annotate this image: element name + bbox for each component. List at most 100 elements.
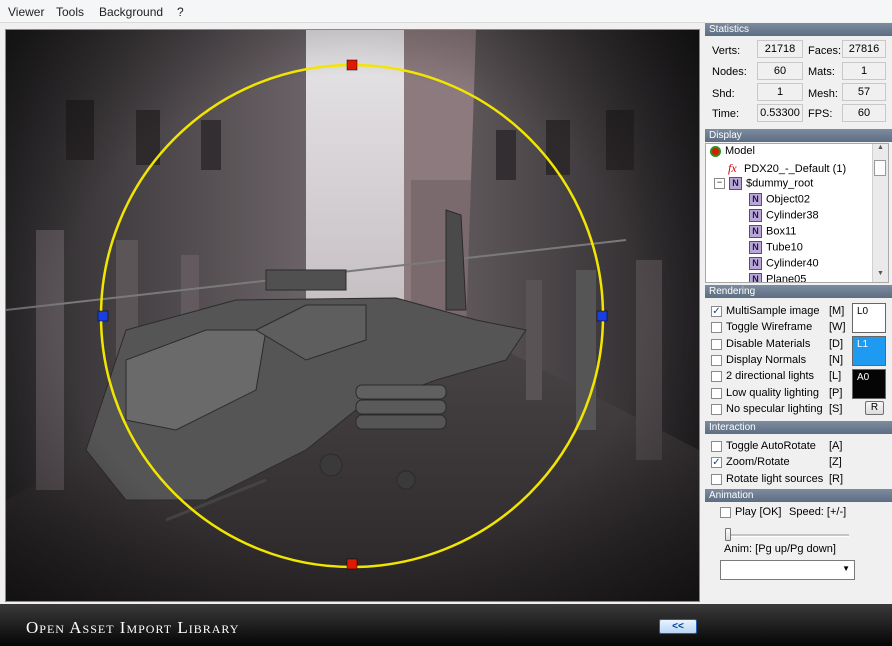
collapse-icon[interactable]: −	[714, 178, 725, 189]
statistics-header: Statistics	[705, 23, 892, 36]
stat-value-nodes: 60	[757, 62, 803, 80]
render-option-checkbox[interactable]	[711, 387, 722, 399]
tree-item-object02[interactable]: N Object02	[749, 193, 810, 206]
render-option-label: MultiSample image	[726, 305, 820, 317]
speed-slider[interactable]	[725, 528, 849, 542]
swatch-label: L0	[857, 306, 869, 317]
tree-item-box11[interactable]: N Box11	[749, 225, 796, 238]
render-option-shortcut: [D]	[829, 337, 844, 350]
app-title: Open Asset Import Library	[26, 618, 240, 637]
render-option-label: No specular lighting	[726, 402, 823, 415]
tree-item-label: Box11	[766, 225, 797, 238]
interaction-option-checkbox[interactable]	[711, 473, 722, 485]
interaction-header: Interaction	[705, 421, 892, 434]
render-option-label: Display Normals	[726, 353, 807, 366]
stat-label-faces: Faces:	[808, 45, 842, 57]
tree-item-label: Cylinder38	[766, 209, 819, 222]
tree-item-dummy-root[interactable]: − N $dummy_root	[714, 177, 813, 190]
stat-value-verts: 21718	[757, 40, 803, 58]
scroll-thumb[interactable]	[874, 160, 886, 176]
scroll-down-icon[interactable]: ▼	[873, 270, 888, 282]
tree-item-model[interactable]: Model	[710, 145, 755, 157]
footer-bar: Open Asset Import Library <<	[0, 604, 892, 646]
interaction-option-checkbox[interactable]: ✓	[711, 457, 722, 469]
render-option-shortcut: [L]	[829, 370, 842, 383]
node-icon: N	[749, 193, 762, 206]
tree-item-cylinder38[interactable]: N Cylinder38	[749, 209, 819, 222]
interaction-option-shortcut: [A]	[829, 440, 843, 452]
tree-item-cylinder40[interactable]: N Cylinder40	[749, 257, 819, 270]
collapse-panel-button[interactable]: <<	[659, 619, 697, 634]
tree-scrollbar[interactable]: ▲ ▼	[872, 144, 888, 282]
render-option-checkbox[interactable]	[711, 371, 722, 383]
stat-label-mesh: Mesh:	[808, 88, 838, 100]
rotate-handle-top	[346, 59, 358, 71]
render-option-shortcut: [P]	[829, 386, 843, 399]
rendering-header: Rendering	[705, 285, 892, 298]
render-option-checkbox[interactable]	[711, 354, 722, 366]
render-option-shortcut: [N]	[829, 353, 844, 366]
menu-help[interactable]: ?	[177, 5, 184, 19]
light1-swatch[interactable]: L1	[852, 336, 886, 366]
tree-item-plane05[interactable]: N Plane05	[749, 273, 807, 283]
menu-background[interactable]: Background	[99, 5, 163, 19]
swatch-label: A0	[857, 372, 870, 383]
animation-header: Animation	[705, 489, 892, 502]
node-icon: N	[729, 177, 742, 190]
tree-item-material[interactable]: fx PDX20_-_Default (1)	[728, 161, 846, 176]
anim-label: Anim: [Pg up/Pg down]	[724, 543, 836, 555]
menu-viewer[interactable]: Viewer	[8, 5, 44, 19]
render-option-checkbox[interactable]	[711, 403, 722, 415]
stat-label-fps: FPS:	[808, 108, 833, 120]
ambient-swatch[interactable]: A0	[852, 369, 886, 399]
stat-label-time: Time:	[712, 108, 740, 120]
scroll-up-icon[interactable]: ▲	[873, 144, 888, 156]
node-icon: N	[749, 209, 762, 222]
stat-value-faces: 27816	[842, 40, 886, 58]
model-icon	[710, 145, 721, 157]
node-icon: N	[749, 241, 762, 254]
render-option-label: Disable Materials	[726, 337, 811, 350]
tree-item-label: Object02	[766, 193, 811, 206]
animation-select[interactable]: ▼	[720, 560, 855, 580]
stat-value-mats: 1	[842, 62, 886, 80]
render-option-label: Toggle Wireframe	[726, 321, 813, 334]
tree-item-tube10[interactable]: N Tube10	[749, 241, 803, 254]
stat-value-fps: 60	[842, 104, 886, 122]
render-option-shortcut: [S]	[829, 402, 843, 415]
stat-label-nodes: Nodes:	[712, 66, 747, 78]
render-viewport[interactable]	[5, 29, 700, 602]
tree-item-label: $dummy_root	[746, 177, 814, 190]
control-panel: Statistics Verts: 21718 Faces: 27816 Nod…	[705, 22, 892, 604]
trackball-gizmo[interactable]	[6, 30, 699, 601]
render-option-shortcut: [M]	[829, 305, 845, 317]
render-option-shortcut: [W]	[829, 321, 846, 334]
node-icon: N	[749, 257, 762, 270]
slider-thumb[interactable]	[725, 528, 731, 541]
light0-swatch[interactable]: L0	[852, 303, 886, 333]
trackball-ring	[99, 63, 605, 569]
stat-label-shd: Shd:	[712, 88, 735, 100]
render-option-checkbox[interactable]	[711, 322, 722, 334]
scene-tree[interactable]: Model fx PDX20_-_Default (1) − N $dummy_roo…	[705, 143, 889, 283]
interaction-option-checkbox[interactable]	[711, 441, 722, 452]
render-option-checkbox[interactable]	[711, 338, 722, 350]
stat-value-time: 0.53300	[757, 104, 803, 122]
render-option-label: 2 directional lights	[726, 370, 815, 383]
stat-label-verts: Verts:	[712, 45, 741, 57]
render-option-label: Low quality lighting	[726, 386, 819, 399]
slider-track	[725, 534, 849, 537]
node-icon: N	[749, 225, 762, 238]
play-checkbox[interactable]	[720, 507, 731, 518]
tree-item-label: Plane05	[766, 273, 807, 283]
menu-bar: Viewer Tools Background ?	[0, 0, 892, 23]
chevron-down-icon[interactable]: ▼	[842, 564, 850, 573]
stat-value-mesh: 57	[842, 83, 886, 101]
reset-lights-button[interactable]: R	[865, 401, 884, 415]
node-icon: N	[749, 273, 762, 282]
interaction-option-label: Rotate light sources	[726, 472, 824, 485]
tree-item-label: Cylinder40	[766, 257, 819, 270]
swatch-label: L1	[857, 339, 869, 350]
menu-tools[interactable]: Tools	[56, 5, 84, 19]
render-option-checkbox[interactable]: ✓	[711, 306, 722, 317]
